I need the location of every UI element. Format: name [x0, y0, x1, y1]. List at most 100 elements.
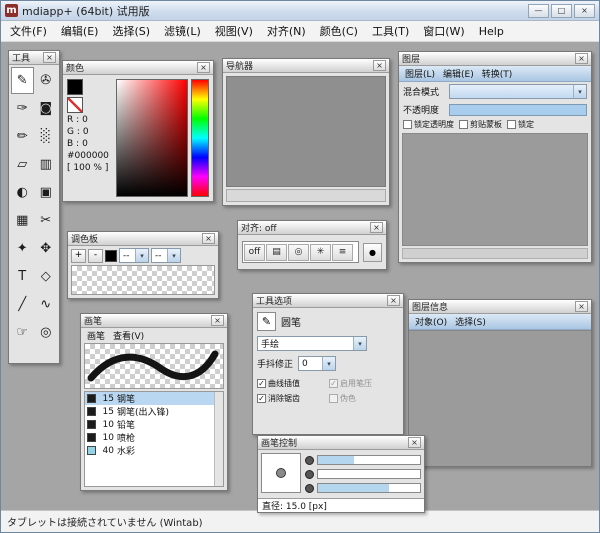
- palette-swatch-grid[interactable]: [71, 265, 215, 295]
- brush-panel-titlebar[interactable]: 画笔 ×: [81, 314, 227, 328]
- color-panel-titlebar[interactable]: 颜色 ×: [63, 61, 213, 75]
- foreground-color-swatch[interactable]: [67, 79, 83, 95]
- close-button[interactable]: ×: [574, 4, 595, 18]
- pen-tool-button[interactable]: ✎: [11, 67, 34, 94]
- brush-control-slider-2[interactable]: [305, 483, 421, 494]
- close-icon[interactable]: ×: [370, 222, 383, 233]
- layer-info-panel-titlebar[interactable]: 图层信息 ×: [409, 300, 591, 314]
- curve-tool-button[interactable]: ∿: [35, 291, 58, 318]
- palette-panel-titlebar[interactable]: 调色板 ×: [68, 232, 218, 246]
- align-panel-titlebar[interactable]: 对齐: off ×: [238, 221, 386, 235]
- brush-list-item[interactable]: 15钢笔(出入锋): [85, 405, 214, 418]
- saturation-value-picker[interactable]: [116, 79, 188, 197]
- close-icon[interactable]: ×: [387, 295, 400, 306]
- brush-control-slider-0[interactable]: [305, 455, 421, 466]
- close-icon[interactable]: ×: [197, 62, 210, 73]
- layer-info-content[interactable]: [409, 330, 591, 466]
- brush-list-item[interactable]: 10铅笔: [85, 418, 214, 431]
- bucket-tool-button[interactable]: ◙: [35, 95, 58, 122]
- gradient-tool-button[interactable]: ▥: [35, 151, 58, 178]
- layer-info-menu-item-1[interactable]: 选择(S): [452, 315, 489, 328]
- close-icon[interactable]: ×: [373, 60, 386, 71]
- slider-track[interactable]: [317, 455, 421, 465]
- eraser-tool-button[interactable]: ▱: [11, 151, 34, 178]
- tool-option-check-0[interactable]: ✓曲线插值: [257, 378, 327, 389]
- close-icon[interactable]: ×: [202, 233, 215, 244]
- magic-wand-tool-button[interactable]: ✦: [11, 235, 34, 262]
- brush-tool-button[interactable]: ✑: [11, 95, 34, 122]
- brush-list-scrollbar[interactable]: [214, 392, 223, 486]
- draw-mode-dropdown[interactable]: 手绘 ▾: [257, 336, 367, 351]
- airbrush-tool-button[interactable]: ░: [35, 123, 58, 150]
- layer-info-menu-item-0[interactable]: 对象(O): [412, 315, 450, 328]
- align-off-button[interactable]: off: [244, 244, 265, 261]
- slider-knob-icon[interactable]: [305, 470, 314, 479]
- brush-list-item[interactable]: 10喷枪: [85, 431, 214, 444]
- hand-tool-button[interactable]: ☞: [11, 319, 34, 346]
- hue-bar[interactable]: [191, 79, 209, 197]
- slider-knob-icon[interactable]: [305, 456, 314, 465]
- close-icon[interactable]: ×: [43, 52, 56, 63]
- title-bar[interactable]: m mdiapp+ (64bit) 试用版 — □ ×: [1, 1, 599, 21]
- palette-dropdown-2[interactable]: -- ▾: [151, 248, 181, 263]
- menu-item-2[interactable]: 选择(S): [105, 21, 157, 41]
- remove-swatch-button[interactable]: -: [88, 249, 103, 263]
- brush-list-item[interactable]: 40水彩: [85, 444, 214, 457]
- close-icon[interactable]: ×: [575, 301, 588, 312]
- brush-list-item[interactable]: 15钢笔: [85, 392, 214, 405]
- layers-menu-item-1[interactable]: 编辑(E): [440, 67, 477, 80]
- round-pen-icon[interactable]: ✎: [257, 312, 276, 331]
- align-perspective-button[interactable]: ▤: [266, 244, 287, 261]
- brush-menu-item-0[interactable]: 画笔: [84, 329, 108, 342]
- layers-check-0[interactable]: 锁定透明度: [403, 119, 454, 130]
- menu-item-6[interactable]: 颜色(C): [313, 21, 365, 41]
- move-tool-button[interactable]: ✥: [35, 235, 58, 262]
- stamp-tool-button[interactable]: ▣: [35, 179, 58, 206]
- maximize-button[interactable]: □: [551, 4, 572, 18]
- menu-item-5[interactable]: 对齐(N): [260, 21, 313, 41]
- palette-dropdown-1[interactable]: -- ▾: [119, 248, 149, 263]
- align-concentric-button[interactable]: ◎: [288, 244, 309, 261]
- text-tool-button[interactable]: T: [11, 263, 34, 290]
- background-color-swatch[interactable]: [67, 97, 83, 113]
- menu-item-1[interactable]: 编辑(E): [54, 21, 106, 41]
- slider-track[interactable]: [317, 469, 421, 479]
- current-swatch[interactable]: [105, 250, 117, 262]
- navigator-canvas[interactable]: [226, 76, 386, 187]
- line-tool-button[interactable]: ╱: [11, 291, 34, 318]
- layers-list[interactable]: [402, 133, 588, 246]
- slider-track[interactable]: [317, 483, 421, 493]
- layers-menu-item-0[interactable]: 图层(L): [402, 67, 438, 80]
- layers-bottom-toolbar[interactable]: [402, 248, 588, 259]
- tool-option-check-3[interactable]: 伪色: [329, 393, 399, 404]
- menu-item-0[interactable]: 文件(F): [3, 21, 54, 41]
- minimize-button[interactable]: —: [528, 4, 549, 18]
- pencil-tool-button[interactable]: ✏: [11, 123, 34, 150]
- menu-item-7[interactable]: 工具(T): [365, 21, 416, 41]
- select-rect-tool-button[interactable]: ▦: [11, 207, 34, 234]
- menu-item-3[interactable]: 滤镜(L): [157, 21, 208, 41]
- brush-control-panel-titlebar[interactable]: 画笔控制 ×: [258, 436, 424, 450]
- blend-mode-dropdown[interactable]: ▾: [449, 84, 587, 99]
- layer-opacity-slider[interactable]: [449, 104, 587, 116]
- layers-check-1[interactable]: 剪贴蒙板: [459, 119, 502, 130]
- shape-tool-button[interactable]: ◇: [35, 263, 58, 290]
- navigator-toolbar[interactable]: [226, 189, 386, 202]
- tool-options-panel-titlebar[interactable]: 工具选项 ×: [253, 294, 403, 308]
- lasso-tool-button[interactable]: ✂: [35, 207, 58, 234]
- tool-option-check-2[interactable]: ✓消除锯齿: [257, 393, 327, 404]
- brush-control-slider-1[interactable]: [305, 469, 421, 480]
- blur-tool-button[interactable]: ◐: [11, 179, 34, 206]
- layers-check-2[interactable]: 锁定: [507, 119, 534, 130]
- layers-panel-titlebar[interactable]: 图层 ×: [399, 52, 591, 66]
- align-parallel-button[interactable]: ≡: [332, 244, 353, 261]
- close-icon[interactable]: ×: [211, 315, 224, 326]
- menu-item-9[interactable]: Help: [472, 23, 511, 40]
- close-icon[interactable]: ×: [575, 53, 588, 64]
- add-swatch-button[interactable]: +: [71, 249, 86, 263]
- menu-item-4[interactable]: 视图(V): [208, 21, 260, 41]
- menu-item-8[interactable]: 窗口(W): [416, 21, 471, 41]
- eyedropper-tool-button[interactable]: ✇: [35, 67, 58, 94]
- align-extra-button[interactable]: ●: [363, 243, 382, 262]
- tools-panel-titlebar[interactable]: 工具 ×: [9, 51, 59, 65]
